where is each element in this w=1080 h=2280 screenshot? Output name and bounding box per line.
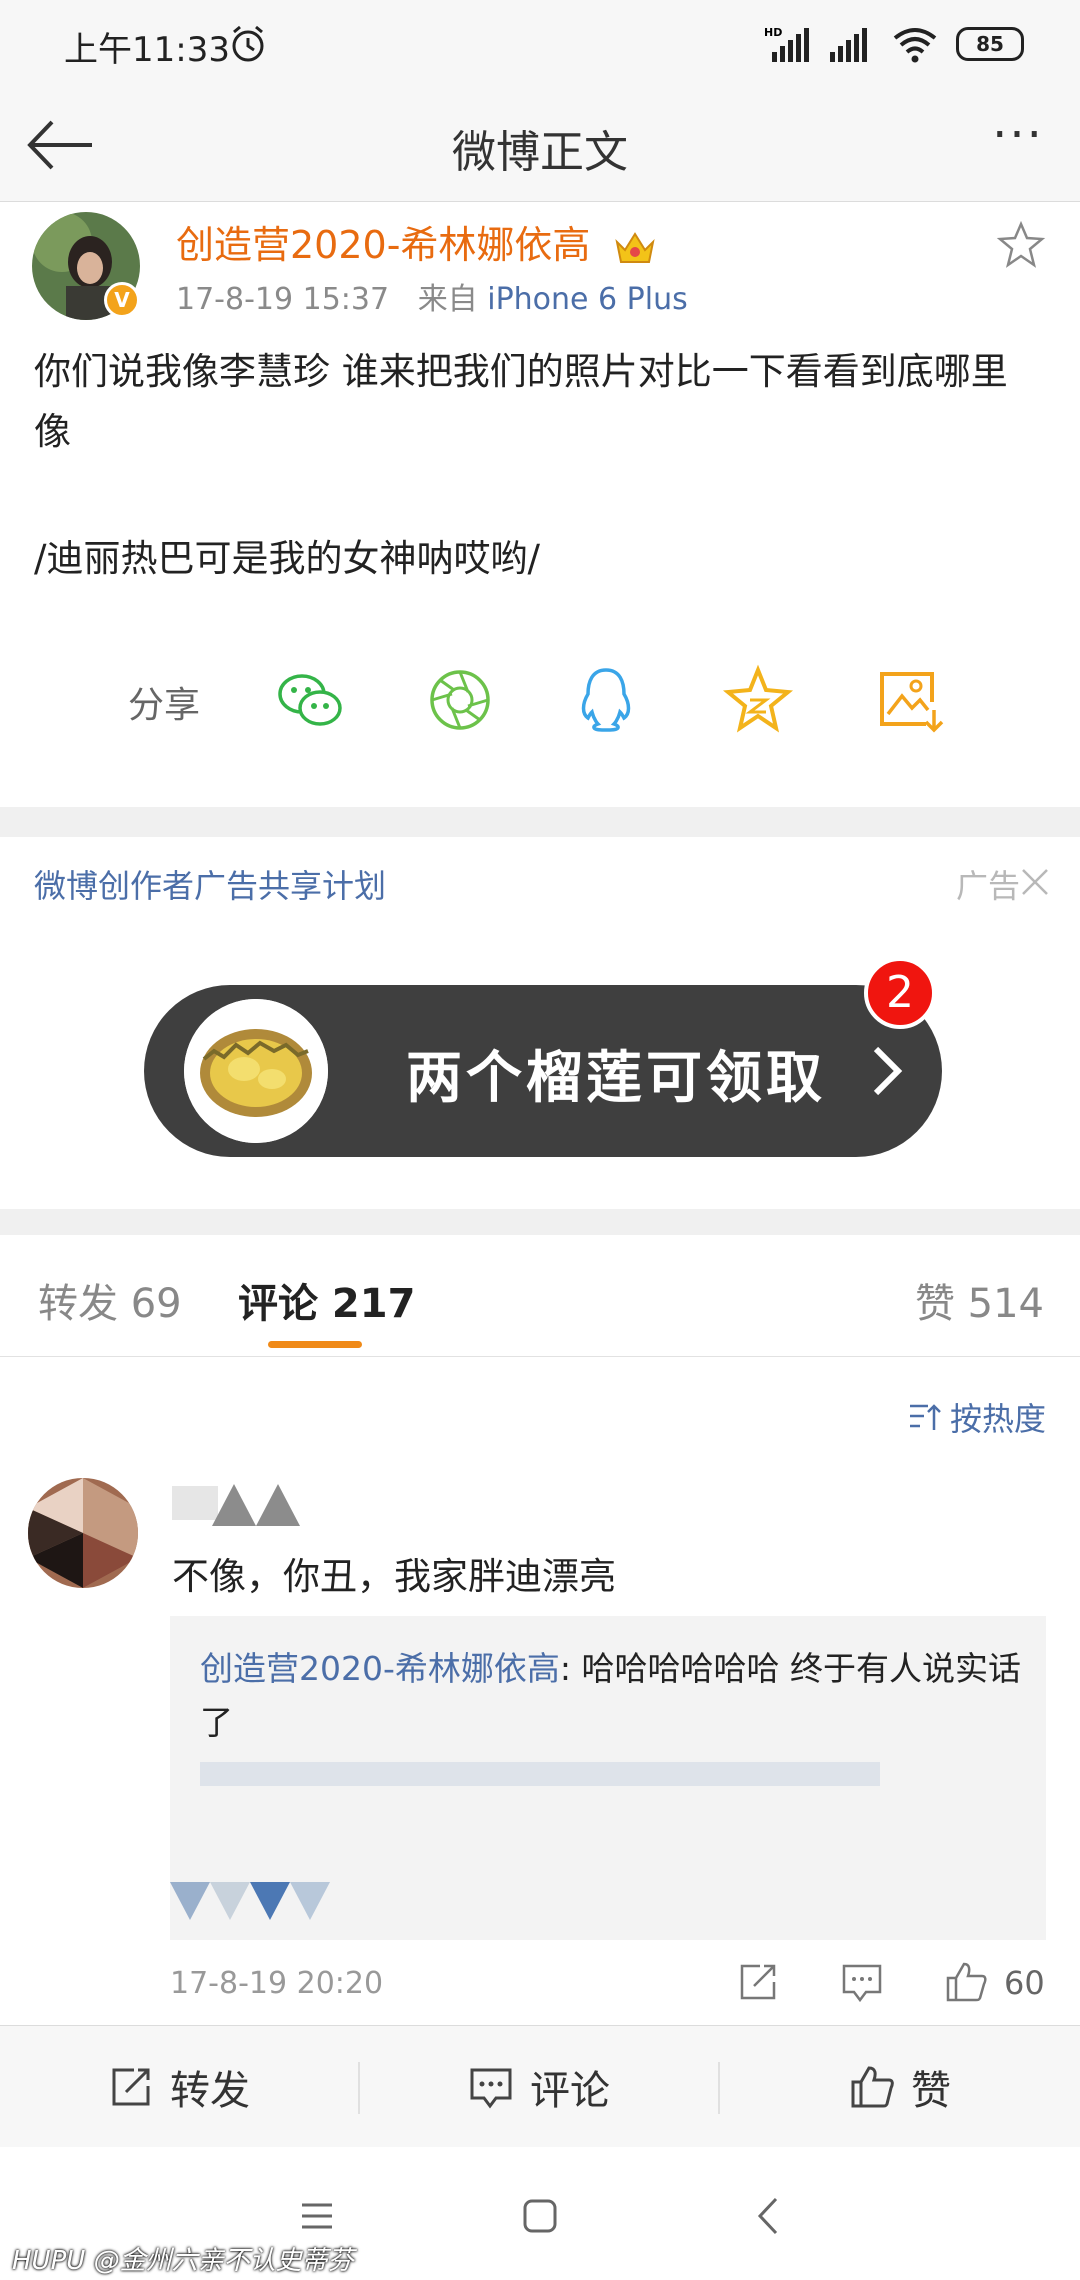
tab-repost[interactable]: 转发 69 — [38, 1271, 182, 1329]
section-divider — [0, 807, 1080, 837]
more-options-button[interactable]: ··· — [982, 111, 1054, 170]
post-device[interactable]: iPhone 6 Plus — [487, 282, 688, 317]
star-favorite-icon[interactable] — [720, 662, 796, 738]
page-title: 微博正文 — [452, 127, 628, 178]
verified-badge-icon: V — [104, 282, 140, 318]
comment-reply-box[interactable]: 创造营2020-希林娜依高: 哈哈哈哈哈哈 终于有人说实话了 — [170, 1616, 1046, 1940]
like-thumb-icon — [851, 2066, 894, 2108]
bottom-toolbar: 转发 评论 赞 — [0, 2025, 1080, 2147]
vip-crown-icon — [614, 231, 655, 263]
redacted-mosaic — [170, 1882, 330, 1920]
watermark-brand: HUPU — [12, 2246, 86, 2276]
post-card: V 创造营2020-希林娜依高 17-8-19 15:37 来自 iPhone … — [0, 202, 1080, 807]
share-row: 分享 — [0, 654, 1080, 744]
ad-label: 广告 — [955, 867, 1020, 905]
reply-author[interactable]: 创造营2020-希林娜依高 — [200, 1649, 560, 1688]
ad-banner-text: 两个榴莲可领取 — [406, 1046, 826, 1111]
post-text: 你们说我像李慧珍 谁来把我们的照片对比一下看看到底哪里像 — [34, 350, 1008, 453]
ad-banner-button[interactable]: 两个榴莲可领取 2 — [144, 957, 942, 1157]
menu-icon[interactable] — [292, 2191, 342, 2241]
blurred-reply-line — [200, 1762, 880, 1786]
repost-button[interactable]: 转发 — [0, 2026, 358, 2148]
favorite-star-icon[interactable] — [996, 220, 1046, 270]
like-thumb-icon[interactable] — [944, 1960, 988, 2004]
notification-badge: 2 — [864, 957, 936, 1029]
watermark-user: @金州六亲不认史蒂芬 — [93, 2246, 354, 2276]
commenter-name-redacted[interactable] — [172, 1476, 332, 1532]
status-icons: HD 85 — [764, 20, 1024, 68]
nav-back-icon[interactable] — [744, 2191, 794, 2241]
ad-title[interactable]: 微博创作者广告共享计划 — [34, 861, 386, 907]
comment-time: 17-8-19 20:20 — [170, 1966, 384, 2001]
wechat-icon[interactable] — [272, 662, 348, 738]
share-label: 分享 — [128, 685, 201, 726]
active-tab-indicator — [268, 1341, 362, 1348]
status-bar: 上午11:33 HD 85 — [0, 0, 1080, 90]
like-button[interactable]: 赞 — [720, 2026, 1080, 2148]
comment-button[interactable]: 评论 — [360, 2026, 718, 2148]
repost-label: 转发 — [170, 2068, 250, 2114]
post-author[interactable]: 创造营2020-希林娜依高 — [176, 214, 657, 269]
tab-likes[interactable]: 赞 514 — [915, 1271, 1044, 1329]
watermark: HUPU @金州六亲不认史蒂芬 — [12, 2240, 354, 2277]
section-divider — [0, 1209, 1080, 1235]
signal-hd-icon: HD — [764, 26, 809, 62]
reply-content: 创造营2020-希林娜依高: 哈哈哈哈哈哈 终于有人说实话了 — [200, 1642, 1030, 1750]
svg-text:HD: HD — [764, 26, 782, 39]
comment-icon — [470, 2068, 512, 2109]
qq-icon[interactable] — [568, 662, 644, 738]
like-label: 赞 — [911, 2068, 951, 2114]
repost-icon — [112, 2068, 150, 2106]
moments-icon[interactable] — [422, 662, 498, 738]
comment-text: 不像，你丑，我家胖迪漂亮 — [172, 1555, 616, 1598]
commenter-avatar[interactable] — [28, 1478, 138, 1588]
home-square-icon[interactable] — [515, 2191, 565, 2241]
interaction-tabs: 转发 69 评论 217 赞 514 — [0, 1235, 1080, 1357]
comment-like-count: 60 — [1004, 1964, 1045, 2002]
post-text-line2: /迪丽热巴可是我的女神呐哎哟/ — [34, 537, 540, 580]
alarm-icon — [232, 25, 264, 62]
post-meta: 17-8-19 15:37 来自 iPhone 6 Plus — [176, 274, 688, 318]
post-time: 17-8-19 15:37 — [176, 282, 390, 317]
comment-label: 评论 — [530, 2068, 610, 2114]
wifi-icon — [893, 28, 937, 63]
status-time: 上午11:33 — [64, 30, 230, 70]
chevron-right-icon — [873, 1046, 903, 1096]
sort-icon — [909, 1404, 941, 1430]
battery-indicator: 85 — [956, 27, 1024, 61]
page-header: 微博正文 ··· — [0, 90, 1080, 202]
sort-label: 按热度 — [949, 1400, 1046, 1438]
close-icon[interactable] — [1020, 867, 1050, 897]
ad-card: 微博创作者广告共享计划 广告 两个榴莲可领取 2 — [0, 837, 1080, 1209]
save-image-icon[interactable] — [870, 662, 946, 738]
durian-image — [184, 999, 328, 1143]
tab-comments[interactable]: 评论 217 — [238, 1271, 415, 1329]
reply-comment-icon[interactable] — [840, 1960, 884, 2004]
repost-icon[interactable] — [736, 1960, 780, 2004]
post-author-name[interactable]: 创造营2020-希林娜依高 — [176, 223, 590, 267]
sort-button[interactable]: 按热度 — [908, 1394, 1046, 1440]
post-source-label: 来自 — [417, 282, 478, 317]
signal-icon — [830, 28, 867, 62]
